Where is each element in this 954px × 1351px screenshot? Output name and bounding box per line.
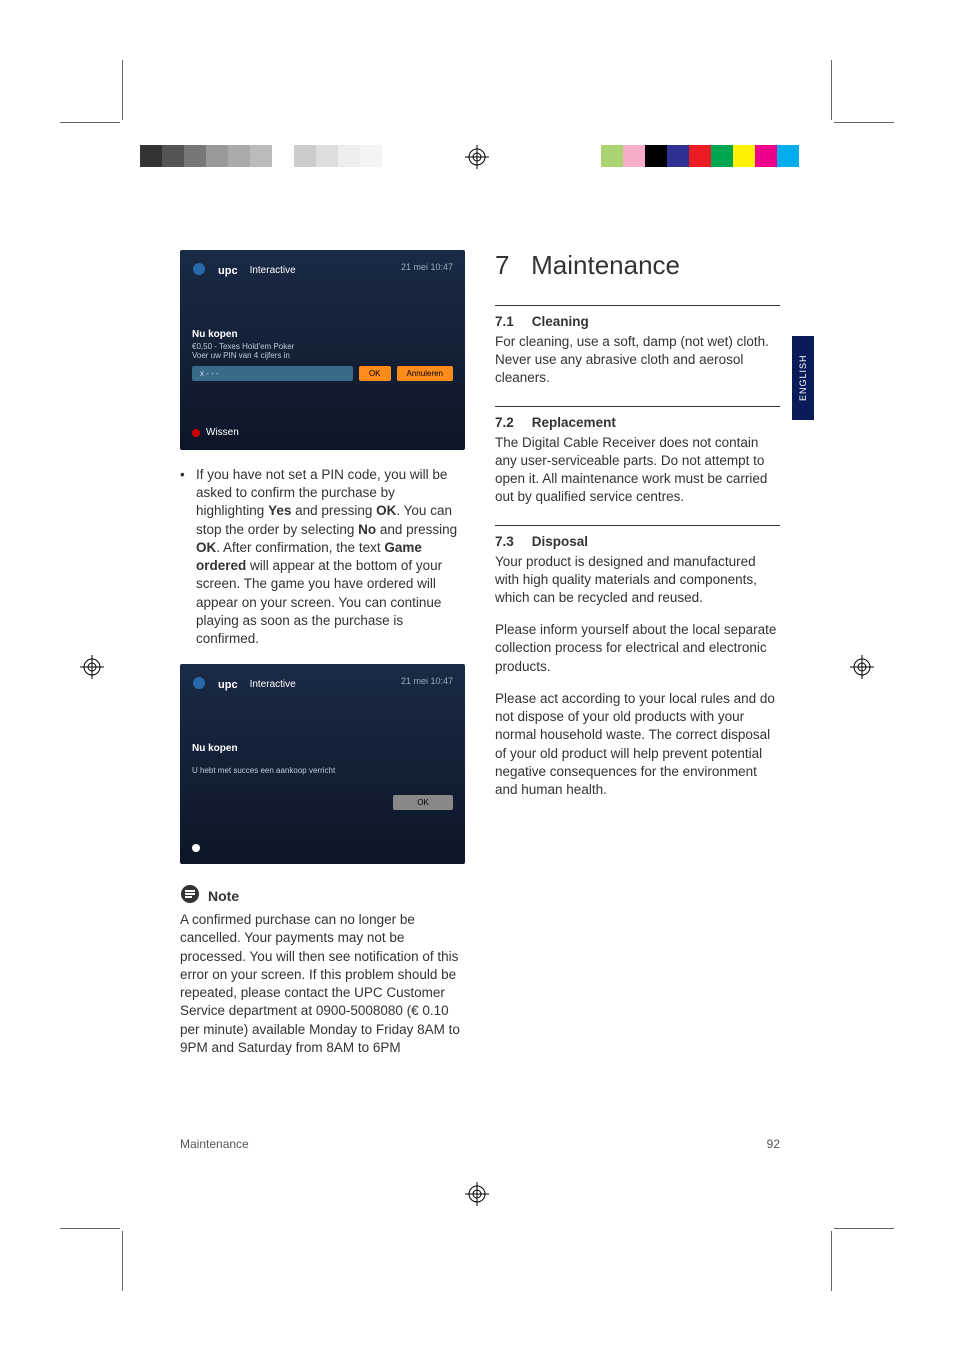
pin-bullet: • If you have not set a PIN code, you wi… [180, 466, 465, 648]
section-heading: 7 Maintenance [495, 250, 780, 281]
disposal-p3: Please act according to your local rules… [495, 690, 780, 799]
language-tab: ENGLISH [792, 336, 814, 420]
replacement-body: The Digital Cable Receiver does not cont… [495, 434, 780, 507]
page-footer: Maintenance 92 [180, 1137, 780, 1151]
cleaning-body: For cleaning, use a soft, damp (not wet)… [495, 333, 780, 388]
registration-mark-icon [850, 655, 874, 679]
note-label: Note [208, 888, 239, 904]
upc-screen-pin: upc Interactive 21 mei 10:47 Nu kopen €0… [180, 250, 465, 450]
upc-pin-prompt: Voer uw PIN van 4 cijfers in [192, 351, 453, 360]
cancel-button[interactable]: Annuleren [397, 366, 453, 381]
upc-brand: upc [218, 265, 238, 277]
upc-title: Interactive [250, 265, 296, 276]
page-number: 92 [767, 1137, 780, 1151]
upc-brand: upc [218, 679, 238, 691]
upc-logo-icon [192, 676, 206, 693]
pin-input[interactable]: x - - - [192, 366, 353, 381]
right-column: 7 Maintenance 7.1 Cleaning For cleaning,… [495, 250, 780, 1057]
note-text: A confirmed purchase can no longer be ca… [180, 911, 465, 1057]
upc-heading: Nu kopen [192, 329, 453, 340]
color-bar-left [140, 145, 404, 167]
disposal-p2: Please inform yourself about the local s… [495, 621, 780, 676]
registration-mark-icon [465, 1182, 489, 1206]
subsection-7-2: 7.2 Replacement [495, 415, 780, 430]
subsection-7-3: 7.3 Disposal [495, 534, 780, 549]
upc-heading: Nu kopen [192, 743, 453, 754]
red-dot-icon [192, 429, 200, 437]
note-icon [180, 884, 200, 907]
upc-time: 21 mei 10:47 [401, 676, 453, 686]
left-column: upc Interactive 21 mei 10:47 Nu kopen €0… [180, 250, 465, 1057]
color-bar-right [579, 145, 799, 167]
ok-button[interactable]: OK [359, 366, 391, 381]
footer-left: Maintenance [180, 1137, 249, 1151]
upc-success-msg: U hebt met succes een aankoop verricht [192, 766, 453, 775]
upc-title: Interactive [250, 679, 296, 690]
upc-price-line: €0,50 - Texes Hold'em Poker [192, 342, 453, 351]
upc-screen-success: upc Interactive 21 mei 10:47 Nu kopen U … [180, 664, 465, 864]
upc-time: 21 mei 10:47 [401, 262, 453, 272]
registration-mark-icon [465, 145, 489, 169]
registration-mark-icon [80, 655, 104, 679]
disposal-p1: Your product is designed and manufacture… [495, 553, 780, 608]
white-dot-icon [192, 844, 200, 852]
clear-label: Wissen [206, 427, 239, 438]
subsection-7-1: 7.1 Cleaning [495, 314, 780, 329]
upc-logo-icon [192, 262, 206, 279]
ok-button[interactable]: OK [393, 795, 453, 810]
